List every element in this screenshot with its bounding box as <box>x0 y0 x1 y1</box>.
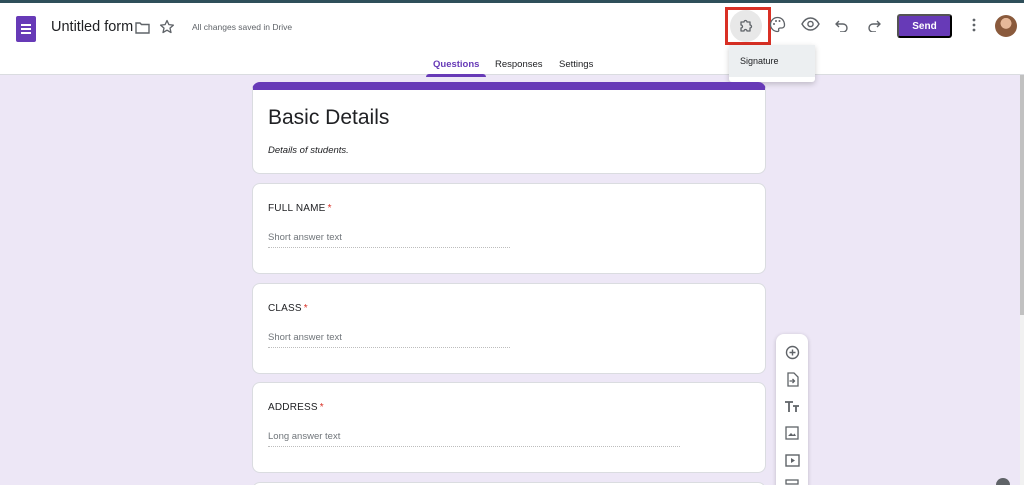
form-description[interactable]: Details of students. <box>268 145 349 156</box>
question-card[interactable]: FULL NAME * Short answer text <box>252 183 766 274</box>
send-button[interactable]: Send <box>897 14 952 38</box>
add-title-icon[interactable] <box>782 396 802 416</box>
question-label: ADDRESS * <box>268 402 324 413</box>
folder-icon[interactable] <box>134 19 150 35</box>
redo-icon[interactable] <box>866 17 882 33</box>
add-image-icon[interactable] <box>782 423 802 443</box>
save-status: All changes saved in Drive <box>192 22 293 32</box>
tab-settings[interactable]: Settings <box>559 59 593 70</box>
active-tab-indicator <box>426 74 486 77</box>
preview-eye-icon[interactable] <box>800 16 820 32</box>
tab-questions[interactable]: Questions <box>433 59 479 70</box>
more-options-icon[interactable] <box>966 17 982 33</box>
question-card[interactable]: CLASS * Short answer text <box>252 283 766 374</box>
help-icon[interactable] <box>996 478 1010 485</box>
question-label: FULL NAME * <box>268 203 332 214</box>
addons-highlight-box <box>725 7 771 45</box>
side-toolbar <box>776 334 808 485</box>
tab-responses[interactable]: Responses <box>495 59 543 70</box>
app-header: Untitled form All changes saved in Drive… <box>0 3 1024 77</box>
palette-icon[interactable] <box>768 15 786 33</box>
scrollbar-thumb[interactable] <box>1020 75 1024 315</box>
star-icon[interactable] <box>158 18 175 35</box>
required-asterisk: * <box>327 203 332 214</box>
undo-icon[interactable] <box>834 17 850 33</box>
add-question-icon[interactable] <box>782 342 802 362</box>
forms-logo-icon[interactable] <box>16 16 36 42</box>
user-avatar[interactable] <box>995 15 1017 37</box>
add-section-icon[interactable] <box>782 475 802 485</box>
addons-menu: Signature <box>729 45 815 82</box>
question-label: CLASS * <box>268 303 308 314</box>
page-scrollbar[interactable] <box>1020 75 1024 485</box>
import-questions-icon[interactable] <box>782 369 802 389</box>
form-title[interactable]: Basic Details <box>268 106 389 130</box>
required-asterisk: * <box>303 303 308 314</box>
answer-placeholder: Long answer text <box>268 431 680 447</box>
required-asterisk: * <box>319 402 324 413</box>
answer-placeholder: Short answer text <box>268 232 510 248</box>
add-video-icon[interactable] <box>782 450 802 470</box>
form-title-card[interactable]: Basic Details Details of students. <box>252 82 766 174</box>
question-card[interactable]: ADDRESS * Long answer text <box>252 382 766 473</box>
answer-placeholder: Short answer text <box>268 332 510 348</box>
document-title[interactable]: Untitled form <box>51 19 133 35</box>
menu-item-signature[interactable]: Signature <box>729 45 815 77</box>
